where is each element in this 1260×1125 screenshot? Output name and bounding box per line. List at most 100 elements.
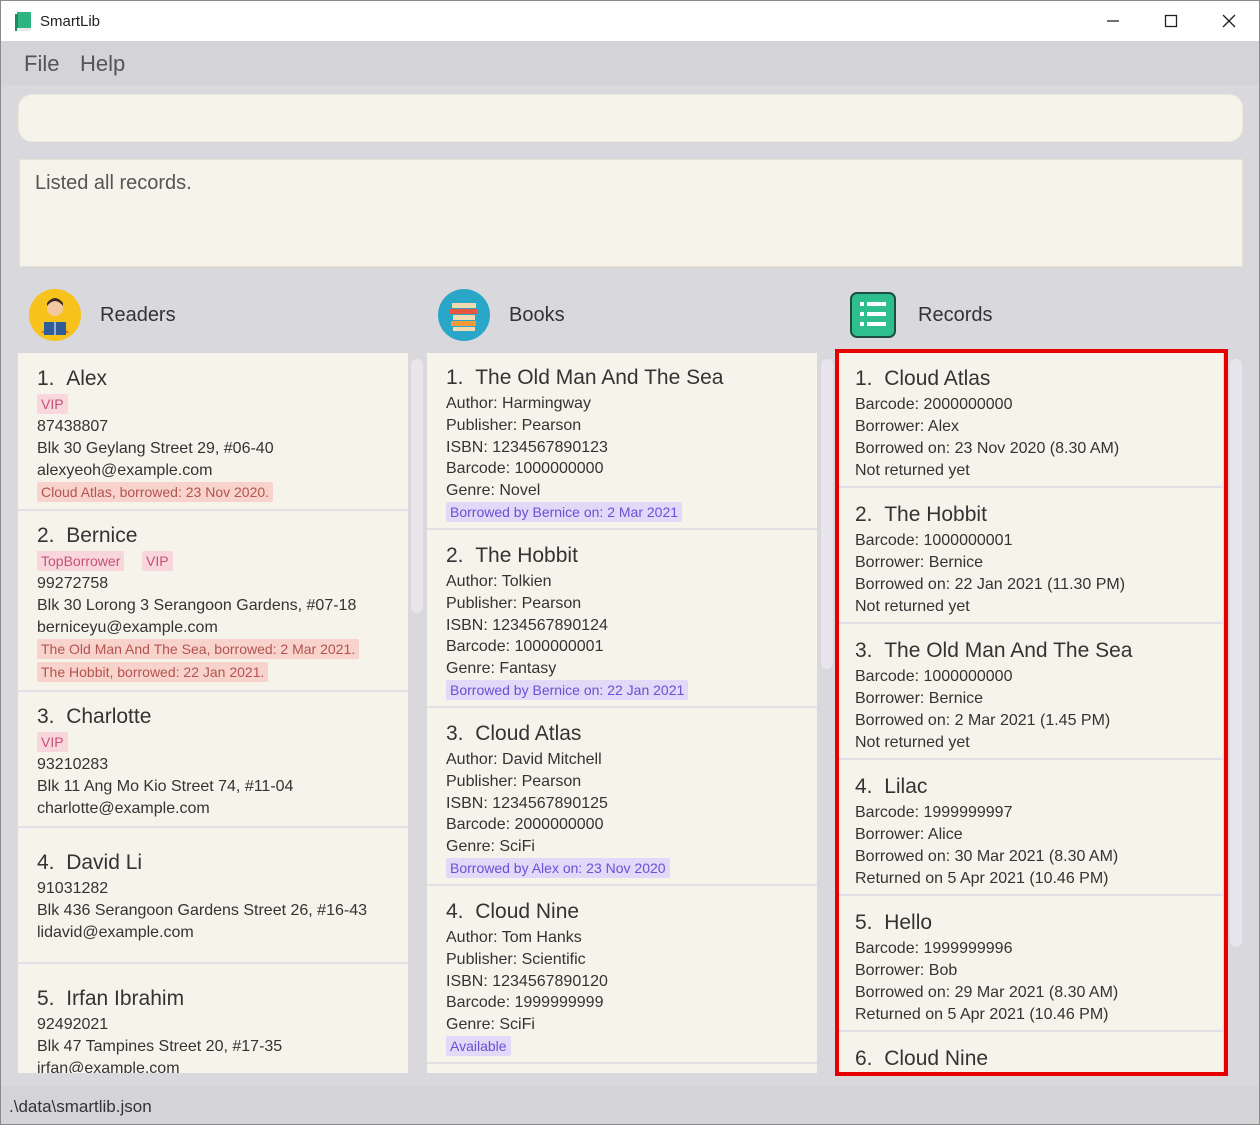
book-author: Author: Tolkien	[446, 573, 552, 590]
status-bar: .\data\smartlib.json	[1, 1086, 1259, 1124]
reader-card[interactable]: 5. Irfan Ibrahim 92492021 Blk 47 Tampine…	[18, 965, 408, 1073]
book-isbn: ISBN: 1234567890120	[446, 973, 608, 990]
readers-list[interactable]: 1. Alex VIP 87438807 Blk 30 Geylang Stre…	[18, 353, 408, 1073]
reader-index: 3.	[37, 705, 55, 728]
reader-phone: 87438807	[37, 418, 109, 435]
minimize-button[interactable]	[1084, 1, 1142, 41]
minimize-icon	[1107, 20, 1119, 22]
book-publisher: Publisher: Pearson	[446, 595, 582, 612]
book-author: Author: David Mitchell	[446, 751, 602, 768]
book-genre: Genre: SciFi	[446, 1016, 535, 1033]
reader-name: Charlotte	[66, 705, 152, 728]
book-isbn: ISBN: 1234567890123	[446, 439, 608, 456]
book-barcode: Barcode: 1000000001	[446, 638, 604, 655]
reader-phone: 93210283	[37, 756, 109, 773]
reader-name: David Li	[66, 851, 143, 874]
books-header: Books	[438, 288, 818, 342]
records-header: Records	[850, 288, 1230, 342]
reader-phone: 99272758	[37, 575, 109, 592]
book-status-tag: Borrowed by Alex on: 23 Nov 2020	[446, 858, 670, 878]
reader-borrowed-tag: The Hobbit, borrowed: 22 Jan 2021.	[37, 662, 269, 682]
reader-card[interactable]: 3. Charlotte VIP 93210283 Blk 11 Ang Mo …	[18, 693, 408, 828]
menu-help[interactable]: Help	[80, 51, 125, 77]
reader-borrowed-tag: Cloud Atlas, borrowed: 23 Nov 2020.	[37, 482, 274, 502]
reader-tag: VIP	[37, 732, 68, 752]
book-title: Cloud Nine	[475, 900, 580, 923]
reader-email: berniceyu@example.com	[37, 619, 218, 636]
app-window: SmartLib File Help Listed all records. R…	[0, 0, 1260, 1125]
readers-scrollbar[interactable]	[411, 359, 423, 613]
books-scrollbar[interactable]	[821, 359, 833, 669]
reader-card[interactable]: 1. Alex VIP 87438807 Blk 30 Geylang Stre…	[18, 353, 408, 511]
reader-email: alexyeoh@example.com	[37, 462, 213, 479]
close-button[interactable]	[1200, 1, 1258, 41]
reader-tag: VIP	[37, 394, 68, 414]
reader-card[interactable]: 2. Bernice TopBorrower VIP 99272758 Blk …	[18, 512, 408, 692]
book-genre: Genre: Novel	[446, 482, 541, 499]
book-genre: Genre: SciFi	[446, 838, 535, 855]
menu-file[interactable]: File	[24, 51, 59, 77]
book-isbn: ISBN: 1234567890125	[446, 795, 608, 812]
book-genre: Genre: Fantasy	[446, 660, 557, 677]
menu-bar: File Help	[1, 41, 1259, 85]
book-status-tag: Borrowed by Bernice on: 22 Jan 2021	[446, 680, 689, 700]
book-icon	[15, 12, 31, 31]
book-status-tag: Available	[446, 1036, 511, 1056]
result-message: Listed all records.	[35, 172, 192, 194]
reader-email: irfan@example.com	[37, 1060, 180, 1073]
reader-phone: 91031282	[37, 880, 109, 897]
book-publisher: Publisher: Scientific	[446, 951, 586, 968]
books-title: Books	[509, 304, 565, 326]
records-scrollbar[interactable]	[1230, 359, 1242, 947]
reader-address: Blk 11 Ang Mo Kio Street 74, #11-04	[37, 778, 294, 795]
books-list[interactable]: 1. The Old Man And The Sea Author: Harmi…	[427, 353, 817, 1073]
window-title: SmartLib	[40, 13, 101, 30]
list-icon	[850, 292, 896, 338]
data-file-path: .\data\smartlib.json	[9, 1097, 152, 1116]
close-icon	[1222, 14, 1236, 28]
readers-header: Readers	[29, 288, 409, 342]
book-barcode: Barcode: 2000000000	[446, 816, 604, 833]
title-bar: SmartLib	[1, 1, 1259, 41]
reader-index: 5.	[37, 987, 55, 1010]
reader-phone: 92492021	[37, 1016, 109, 1033]
book-author: Author: Harmingway	[446, 395, 591, 412]
book-card[interactable]: 2. The Hobbit Author: Tolkien Publisher:…	[427, 531, 817, 708]
reader-name: Bernice	[66, 524, 138, 547]
book-isbn: ISBN: 1234567890124	[446, 617, 608, 634]
records-highlight-box	[835, 349, 1228, 1076]
book-index: 3.	[446, 722, 464, 745]
book-card[interactable]: 1. The Old Man And The Sea Author: Harmi…	[427, 353, 817, 530]
book-index: 4.	[446, 900, 464, 923]
book-publisher: Publisher: Pearson	[446, 773, 582, 790]
reader-email: lidavid@example.com	[37, 924, 194, 941]
reader-card[interactable]: 4. David Li 91031282 Blk 436 Serangoon G…	[18, 829, 408, 964]
book-title: The Hobbit	[475, 544, 578, 567]
book-publisher: Publisher: Pearson	[446, 417, 582, 434]
book-index: 2.	[446, 544, 464, 567]
reader-index: 2.	[37, 524, 55, 547]
book-title: Cloud Atlas	[475, 722, 582, 745]
reader-index: 1.	[37, 367, 55, 390]
book-author: Author: Tom Hanks	[446, 929, 582, 946]
reader-address: Blk 47 Tampines Street 20, #17-35	[37, 1038, 283, 1055]
reader-name: Irfan Ibrahim	[66, 987, 185, 1010]
book-card[interactable]: 4. Cloud Nine Author: Tom Hanks Publishe…	[427, 887, 817, 1064]
reader-name: Alex	[66, 367, 108, 390]
maximize-button[interactable]	[1142, 1, 1200, 41]
reader-avatar-icon	[29, 289, 81, 341]
reader-email: charlotte@example.com	[37, 800, 210, 817]
book-card[interactable]: 3. Cloud Atlas Author: David Mitchell Pu…	[427, 709, 817, 886]
reader-tag: VIP	[142, 551, 173, 571]
book-barcode: Barcode: 1999999999	[446, 994, 604, 1011]
result-display: Listed all records.	[19, 159, 1243, 267]
reader-address: Blk 436 Serangoon Gardens Street 26, #16…	[37, 902, 367, 919]
book-index: 1.	[446, 366, 464, 389]
reader-address: Blk 30 Geylang Street 29, #06-40	[37, 440, 274, 457]
reader-index: 4.	[37, 851, 55, 874]
command-input[interactable]	[18, 94, 1243, 142]
book-title: The Old Man And The Sea	[475, 366, 724, 389]
book-status-tag: Borrowed by Bernice on: 2 Mar 2021	[446, 502, 683, 522]
reader-address: Blk 30 Lorong 3 Serangoon Gardens, #07-1…	[37, 597, 357, 614]
readers-title: Readers	[100, 304, 176, 326]
